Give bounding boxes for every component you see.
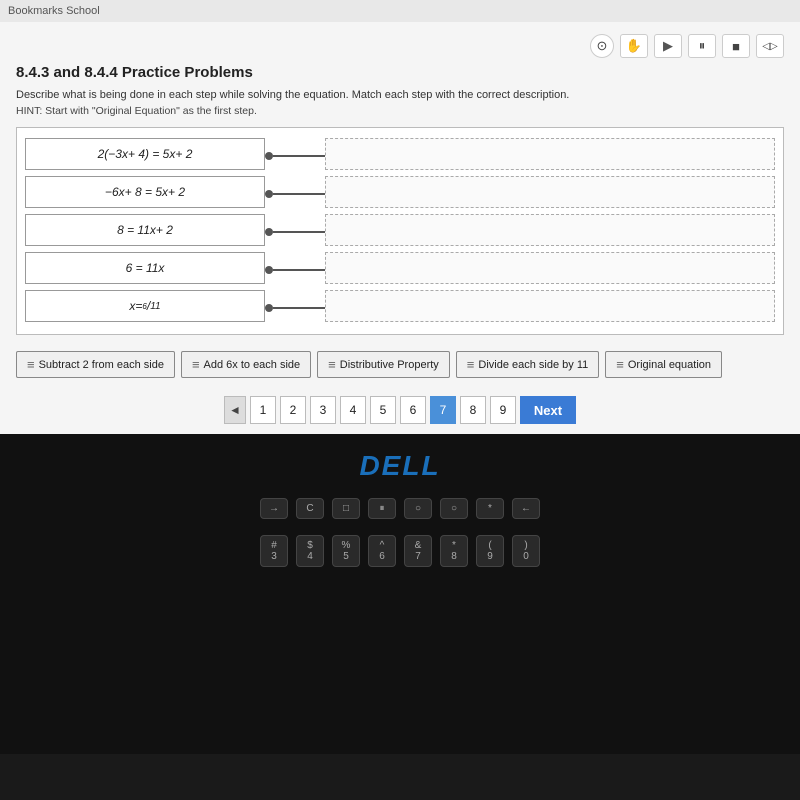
equation-3: 8 = 11x + 2 [25, 214, 265, 246]
equations-column: 2(−3x + 4) = 5x + 2 −6x + 8 = 5x + 2 8 =… [25, 138, 265, 324]
page-1[interactable]: 1 [250, 396, 276, 424]
page-7[interactable]: 7 [430, 396, 456, 424]
page-2[interactable]: 2 [280, 396, 306, 424]
pause-btn[interactable]: ⏸ [688, 34, 716, 58]
key-8: *8 [440, 535, 468, 567]
dot-5 [265, 304, 273, 312]
keyboard-area: → C □ ⏸ ○ ○ * ← [0, 498, 800, 519]
key-7: &7 [404, 535, 432, 567]
key-circle2: ○ [440, 498, 468, 519]
key-back: ← [512, 498, 540, 519]
line-2 [273, 193, 325, 195]
play-btn[interactable]: ▶ [654, 34, 682, 58]
circle-btn[interactable]: ⊙ [590, 34, 614, 58]
drop-box-1[interactable] [325, 138, 775, 170]
connector-5 [265, 292, 325, 324]
keyboard-row2: #3 $4 %5 ^6 &7 *8 (9 )0 [0, 535, 800, 567]
page-6[interactable]: 6 [400, 396, 426, 424]
key-6: ^6 [368, 535, 396, 567]
cc-btn[interactable]: ◁▷ [756, 34, 784, 58]
match-area: 2(−3x + 4) = 5x + 2 −6x + 8 = 5x + 2 8 =… [16, 127, 784, 335]
dark-bottom: DELL → C □ ⏸ ○ ○ * ← #3 $4 %5 ^6 &7 *8 (… [0, 434, 800, 754]
key-arrow: → [260, 498, 288, 519]
connector-2 [265, 178, 325, 210]
instruction-main: Describe what is being done in each step… [16, 89, 784, 101]
hand-btn[interactable]: ✋ [620, 34, 648, 58]
prev-page-btn[interactable]: ◄ [224, 396, 246, 424]
choice-original[interactable]: Original equation [605, 351, 722, 378]
key-4: $4 [296, 535, 324, 567]
drop-box-4[interactable] [325, 252, 775, 284]
drop-box-3[interactable] [325, 214, 775, 246]
page-4[interactable]: 4 [340, 396, 366, 424]
page-3[interactable]: 3 [310, 396, 336, 424]
choice-distributive[interactable]: Distributive Property [317, 351, 450, 378]
stop-btn[interactable]: ■ [722, 34, 750, 58]
equation-1: 2(−3x + 4) = 5x + 2 [25, 138, 265, 170]
connector-1 [265, 140, 325, 172]
instruction-hint: HINT: Start with "Original Equation" as … [16, 105, 784, 117]
browser-top: Bookmarks School [0, 0, 800, 22]
connector-3 [265, 216, 325, 248]
dell-logo: DELL [359, 450, 440, 482]
equation-2: −6x + 8 = 5x + 2 [25, 176, 265, 208]
key-pause: ⏸ [368, 498, 396, 519]
choice-subtract[interactable]: Subtract 2 from each side [16, 351, 175, 378]
drop-box-2[interactable] [325, 176, 775, 208]
key-star: * [476, 498, 504, 519]
dot-3 [265, 228, 273, 236]
equation-5: x = 6/11 [25, 290, 265, 322]
next-button[interactable]: Next [520, 396, 576, 424]
key-9: (9 [476, 535, 504, 567]
key-5: %5 [332, 535, 360, 567]
breadcrumb: Bookmarks School [8, 5, 100, 17]
key-3: #3 [260, 535, 288, 567]
line-4 [273, 269, 325, 271]
key-circle1: ○ [404, 498, 432, 519]
pagination: ◄ 1 2 3 4 5 6 7 8 9 Next [16, 396, 784, 424]
line-5 [273, 307, 325, 309]
choice-divide[interactable]: Divide each side by 11 [456, 351, 599, 378]
page-9[interactable]: 9 [490, 396, 516, 424]
connectors-column [265, 138, 325, 324]
equation-4: 6 = 11x [25, 252, 265, 284]
line-3 [273, 231, 325, 233]
drop-box-5[interactable] [325, 290, 775, 322]
drop-column [325, 138, 775, 324]
dot-1 [265, 152, 273, 160]
page-title: 8.4.3 and 8.4.4 Practice Problems [16, 64, 784, 81]
answer-choices: Subtract 2 from each side Add 6x to each… [16, 345, 784, 384]
key-square: □ [332, 498, 360, 519]
key-c: C [296, 498, 324, 519]
connector-4 [265, 254, 325, 286]
page-8[interactable]: 8 [460, 396, 486, 424]
key-0: )0 [512, 535, 540, 567]
toolbar: ⊙ ✋ ▶ ⏸ ■ ◁▷ [16, 34, 784, 58]
line-1 [273, 155, 325, 157]
page-5[interactable]: 5 [370, 396, 396, 424]
dot-4 [265, 266, 273, 274]
content-area: ⊙ ✋ ▶ ⏸ ■ ◁▷ 8.4.3 and 8.4.4 Practice Pr… [0, 22, 800, 434]
dot-2 [265, 190, 273, 198]
choice-add6x[interactable]: Add 6x to each side [181, 351, 311, 378]
